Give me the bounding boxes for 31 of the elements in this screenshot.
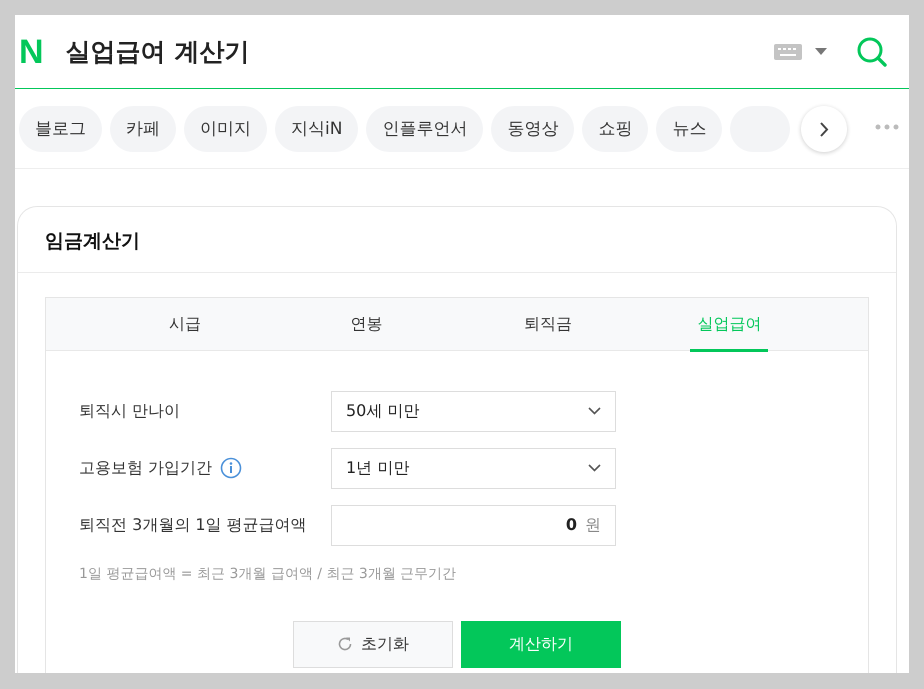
field-label: 퇴직전 3개월의 1일 평균급여액: [79, 514, 307, 536]
category-chip[interactable]: 이미지: [184, 106, 267, 152]
amount-field[interactable]: 0 원: [331, 504, 616, 546]
caret-icon[interactable]: [815, 48, 827, 55]
more-icon[interactable]: [875, 124, 899, 130]
tab[interactable]: 시급: [94, 298, 276, 350]
field-label: 고용보험 가입기간: [79, 457, 212, 479]
keyboard-icon[interactable]: [774, 44, 802, 60]
category-chip[interactable]: 지식iN: [275, 106, 358, 152]
info-icon[interactable]: [220, 457, 242, 479]
category-chip[interactable]: 동영상: [491, 106, 574, 152]
tab[interactable]: 연봉: [276, 298, 457, 350]
reset-button[interactable]: 초기화: [293, 620, 453, 668]
field-label: 퇴직시 만나이: [79, 400, 180, 422]
chevron-down-icon: [588, 407, 601, 415]
category-chip[interactable]: 쇼핑: [582, 106, 648, 152]
select-field[interactable]: 1년 미만: [331, 448, 616, 488]
next-button[interactable]: [801, 106, 847, 152]
formula-hint: 1일 평균급여액 = 최근 3개월 급여액 / 최근 3개월 근무기간: [78, 564, 458, 584]
chevron-right-icon: [820, 122, 828, 138]
category-chip[interactable]: 카페: [110, 106, 176, 152]
tab[interactable]: 퇴직금: [457, 298, 638, 350]
category-chip[interactable]: 인플루언서: [366, 106, 484, 152]
search-icon[interactable]: [857, 36, 887, 66]
refresh-icon: [337, 636, 353, 652]
card-title: 임금계산기: [18, 207, 896, 272]
category-chip[interactable]: 블로그: [19, 106, 102, 152]
category-chip[interactable]: 뉴스: [656, 106, 722, 152]
select-field[interactable]: 50세 미만: [331, 390, 616, 432]
page-title: 실업급여 계산기: [66, 36, 250, 68]
chevron-down-icon: [588, 464, 601, 472]
